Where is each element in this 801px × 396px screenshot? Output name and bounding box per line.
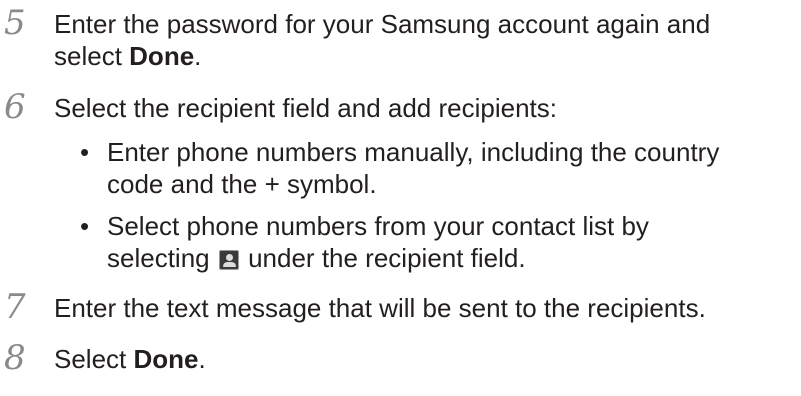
step-text-line: Enter the text message that will be sent… bbox=[54, 293, 706, 323]
text-fragment: select bbox=[54, 41, 130, 71]
step-text: Enter the password for your Samsung acco… bbox=[54, 8, 797, 72]
done-keyword: Done bbox=[129, 41, 195, 71]
step-text-line: Enter the password for your Samsung acco… bbox=[54, 9, 711, 39]
bullet-text-line: code and the + symbol. bbox=[107, 169, 377, 199]
step-number: 8 bbox=[4, 338, 26, 378]
bullet-marker: • bbox=[80, 137, 90, 167]
bullet-text-line: Enter phone numbers manually, including … bbox=[107, 137, 720, 167]
bullet-text: Enter phone numbers manually, including … bbox=[107, 136, 797, 200]
bullet-text-line: Select phone numbers from your contact l… bbox=[107, 211, 649, 241]
bullet-text: Select phone numbers from your contact l… bbox=[107, 210, 797, 274]
step-text: Select the recipient field and add recip… bbox=[54, 92, 797, 124]
manual-page: 5 Enter the password for your Samsung ac… bbox=[0, 0, 801, 396]
done-keyword: Done bbox=[133, 344, 199, 374]
step-text: Select Done. bbox=[54, 343, 797, 375]
bullet-marker: • bbox=[80, 211, 90, 241]
contacts-icon bbox=[218, 250, 239, 270]
step-text-line: Select Done. bbox=[54, 343, 797, 375]
step-text-line: select Done. bbox=[54, 40, 797, 72]
text-fragment: . bbox=[198, 344, 206, 374]
text-fragment: under the recipient field. bbox=[248, 243, 526, 273]
text-fragment: . bbox=[194, 41, 202, 71]
text-fragment: selecting bbox=[107, 243, 210, 273]
step-number: 7 bbox=[4, 287, 26, 327]
step-number: 6 bbox=[4, 87, 26, 127]
step-number: 5 bbox=[4, 3, 26, 43]
step-text-line: Select the recipient field and add recip… bbox=[54, 93, 557, 123]
bullet-text-line: selecting under the recipient field. bbox=[107, 242, 797, 274]
text-fragment: Select bbox=[54, 344, 134, 374]
step-text: Enter the text message that will be sent… bbox=[54, 292, 797, 324]
